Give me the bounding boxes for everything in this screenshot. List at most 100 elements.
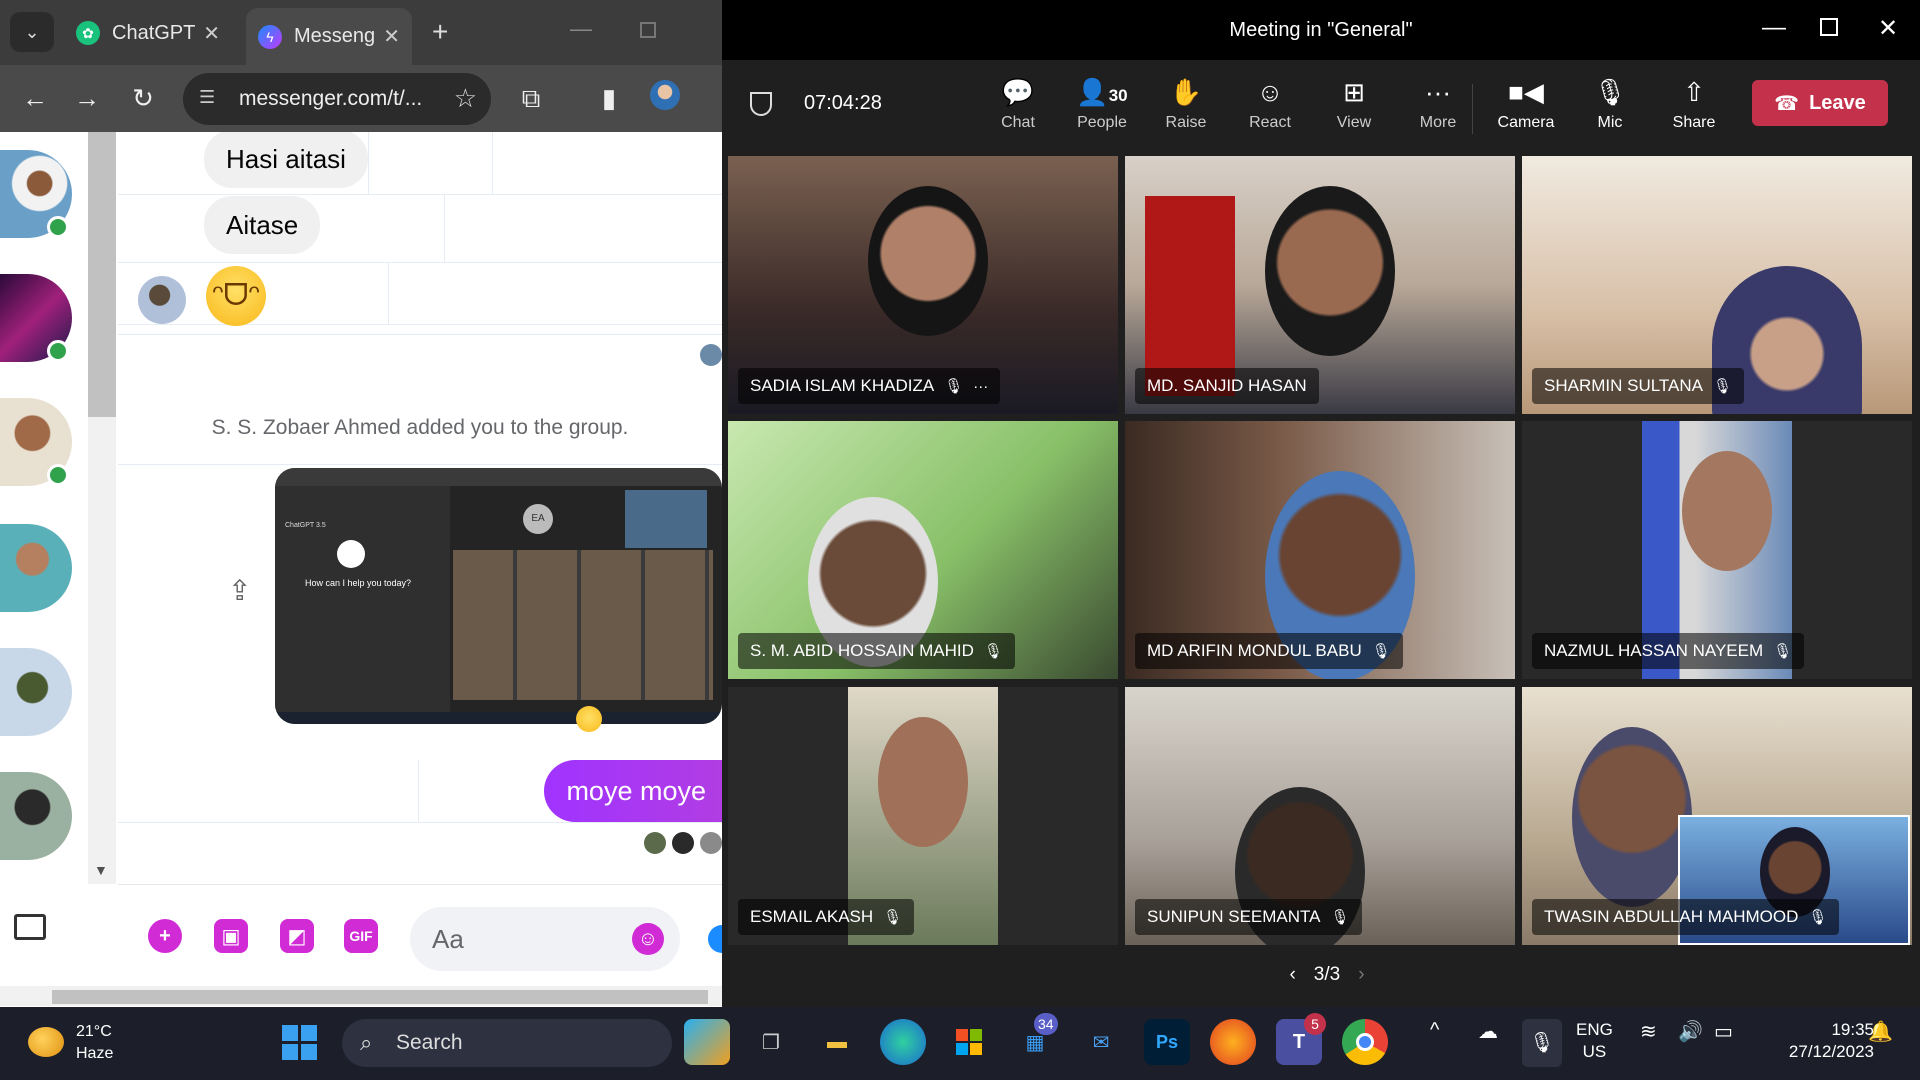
people-button[interactable]: 👤30 People bbox=[1064, 74, 1140, 132]
video-tile[interactable]: MD ARIFIN MONDUL BABU 🎙 bbox=[1125, 421, 1515, 679]
laughing-emoji-icon[interactable]: ᵔᗜᵔ bbox=[206, 266, 266, 326]
mail-icon[interactable]: ✉ bbox=[1078, 1019, 1124, 1065]
maximize-button[interactable] bbox=[640, 22, 656, 38]
wifi-icon[interactable]: ≋ bbox=[1640, 1019, 1657, 1044]
bookmark-star-icon[interactable]: ☆ bbox=[454, 83, 477, 114]
chat-list-scrollbar[interactable]: ▼ bbox=[88, 132, 116, 884]
microsoft-store-icon[interactable] bbox=[946, 1019, 992, 1065]
forward-icon[interactable]: → bbox=[70, 81, 104, 115]
video-tile[interactable]: MD. SANJID HASAN bbox=[1125, 156, 1515, 414]
scrollbar-thumb[interactable] bbox=[88, 132, 116, 417]
video-tile[interactable]: TWASIN ABDULLAH MAHMOOD 🎙 bbox=[1522, 687, 1912, 945]
minimize-button[interactable]: — bbox=[570, 16, 592, 42]
tab-title: Messeng bbox=[294, 25, 376, 47]
video-tile[interactable]: S. M. ABID HOSSAIN MAHID 🎙 bbox=[728, 421, 1118, 679]
taskbar-search[interactable]: ⌕ Search bbox=[342, 1019, 672, 1067]
chevron-right-icon[interactable]: › bbox=[1358, 964, 1364, 986]
clock[interactable]: 19:35 27/12/2023 bbox=[1754, 1019, 1874, 1063]
task-view-icon[interactable]: ❐ bbox=[748, 1019, 794, 1065]
divider bbox=[118, 262, 722, 263]
temperature: 21°C bbox=[76, 1023, 112, 1040]
video-tile[interactable]: NAZMUL HASSAN NAYEEM 🎙 bbox=[1522, 421, 1912, 679]
download-app-icon[interactable] bbox=[14, 914, 46, 940]
name-text: SHARMIN SULTANA bbox=[1544, 376, 1704, 395]
battery-icon[interactable]: ▭ bbox=[1714, 1019, 1733, 1044]
tab-messenger[interactable]: ϟ Messeng ✕ bbox=[246, 8, 412, 65]
tab-chatgpt[interactable]: ✿ ChatGPT ✕ bbox=[70, 8, 232, 58]
chat-label: Chat bbox=[1001, 114, 1035, 131]
chrome-icon[interactable] bbox=[1342, 1019, 1388, 1065]
share-icon[interactable]: ⇪ bbox=[228, 574, 256, 610]
conversation-pane: Hasi aitasi Aitase ᵔᗜᵔ S. S. Zobaer Ahme… bbox=[118, 132, 722, 884]
close-icon[interactable]: ✕ bbox=[203, 21, 220, 46]
language-indicator[interactable]: ENG US bbox=[1576, 1019, 1613, 1063]
my-message-bubble[interactable]: moye moye bbox=[544, 760, 722, 822]
chevron-left-icon[interactable]: ‹ bbox=[1289, 964, 1295, 986]
video-tile[interactable]: SADIA ISLAM KHADIZA 🎙 ··· bbox=[728, 156, 1118, 414]
video-tile[interactable]: SUNIPUN SEEMANTA 🎙 bbox=[1125, 687, 1515, 945]
tab-search-button[interactable]: ⌄ bbox=[10, 12, 54, 52]
message-bubble[interactable]: Aitase bbox=[204, 196, 321, 254]
site-info-icon[interactable]: ☰ bbox=[199, 87, 223, 111]
scroll-down-arrow-icon[interactable]: ▼ bbox=[94, 862, 108, 878]
chevron-up-icon[interactable]: ^ bbox=[1430, 1019, 1439, 1042]
participant-name: SHARMIN SULTANA 🎙 bbox=[1532, 368, 1745, 404]
browser-toolbar: ← → ↻ ☰ messenger.com/t/... ☆ ⧉ ▮ bbox=[0, 65, 722, 132]
profile-avatar[interactable] bbox=[650, 80, 680, 110]
close-icon[interactable]: ✕ bbox=[383, 24, 400, 49]
volume-icon[interactable]: 🔊 bbox=[1678, 1019, 1703, 1044]
emoji-picker-icon[interactable]: ☺ bbox=[632, 923, 664, 955]
new-tab-button[interactable]: + bbox=[432, 16, 448, 48]
windows-start-icon[interactable] bbox=[276, 1019, 322, 1065]
notification-bell-icon[interactable]: 🔔 bbox=[1868, 1019, 1893, 1044]
image-icon[interactable]: ▣ bbox=[214, 919, 248, 953]
shield-icon[interactable] bbox=[750, 92, 772, 116]
more-button[interactable]: ··· More bbox=[1400, 74, 1476, 132]
chat-avatar[interactable] bbox=[0, 524, 72, 612]
mic-muted-icon: 🎙 bbox=[1773, 643, 1793, 660]
shared-screenshot-image[interactable]: ChatGPT 3.5 How can I help you today? EA bbox=[275, 468, 722, 724]
side-panel-icon[interactable]: ▮ bbox=[592, 81, 626, 115]
file-explorer-icon[interactable]: ▬ bbox=[814, 1019, 860, 1065]
close-button[interactable]: ✕ bbox=[1878, 14, 1898, 43]
chat-avatar[interactable] bbox=[0, 648, 72, 736]
participant-video bbox=[1265, 186, 1395, 356]
share-label: Share bbox=[1672, 114, 1716, 131]
chat-avatar[interactable] bbox=[0, 772, 72, 860]
like-icon[interactable] bbox=[708, 925, 722, 953]
minimize-button[interactable]: — bbox=[1762, 14, 1786, 42]
video-camera-icon: ■◀ bbox=[1508, 77, 1544, 107]
share-button[interactable]: ⇧ Share bbox=[1656, 74, 1732, 132]
people-label: People bbox=[1077, 114, 1127, 131]
firefox-icon[interactable] bbox=[1210, 1019, 1256, 1065]
more-options-icon[interactable]: ··· bbox=[973, 369, 988, 405]
chat-button[interactable]: 💬 Chat bbox=[980, 74, 1056, 132]
horizontal-scrollbar[interactable] bbox=[0, 986, 722, 1006]
gif-icon[interactable]: GIF bbox=[344, 919, 378, 953]
meeting-timer: 07:04:28 bbox=[804, 92, 882, 114]
copilot-icon[interactable] bbox=[684, 1019, 730, 1065]
back-icon[interactable]: ← bbox=[18, 81, 52, 115]
sticker-icon[interactable]: ◩ bbox=[280, 919, 314, 953]
onedrive-icon[interactable]: ☁ bbox=[1478, 1019, 1498, 1044]
sender-avatar[interactable] bbox=[138, 276, 186, 324]
raise-hand-button[interactable]: ✋ Raise bbox=[1148, 74, 1224, 132]
view-button[interactable]: ⊞ View bbox=[1316, 74, 1392, 132]
message-bubble[interactable]: Hasi aitasi bbox=[204, 132, 368, 188]
reaction-emoji-icon[interactable] bbox=[576, 706, 602, 732]
react-button[interactable]: ☺ React bbox=[1232, 74, 1308, 132]
address-bar[interactable]: ☰ messenger.com/t/... ☆ bbox=[183, 73, 491, 125]
scrollbar-thumb[interactable] bbox=[52, 990, 708, 1004]
maximize-button[interactable] bbox=[1820, 18, 1838, 36]
leave-button[interactable]: ☎ Leave bbox=[1752, 80, 1888, 126]
mic-muted-tray-icon[interactable]: 🎙 bbox=[1522, 1019, 1562, 1067]
camera-button[interactable]: ■◀ Camera bbox=[1488, 74, 1564, 132]
photoshop-icon[interactable]: Ps bbox=[1144, 1019, 1190, 1065]
reload-icon[interactable]: ↻ bbox=[126, 81, 160, 115]
edge-icon[interactable] bbox=[880, 1019, 926, 1065]
mic-button[interactable]: 🎙 Mic bbox=[1572, 74, 1648, 132]
video-tile[interactable]: SHARMIN SULTANA 🎙 bbox=[1522, 156, 1912, 414]
extensions-icon[interactable]: ⧉ bbox=[514, 81, 548, 115]
video-tile[interactable]: ESMAIL AKASH 🎙 bbox=[728, 687, 1118, 945]
plus-icon[interactable]: + bbox=[148, 919, 182, 953]
